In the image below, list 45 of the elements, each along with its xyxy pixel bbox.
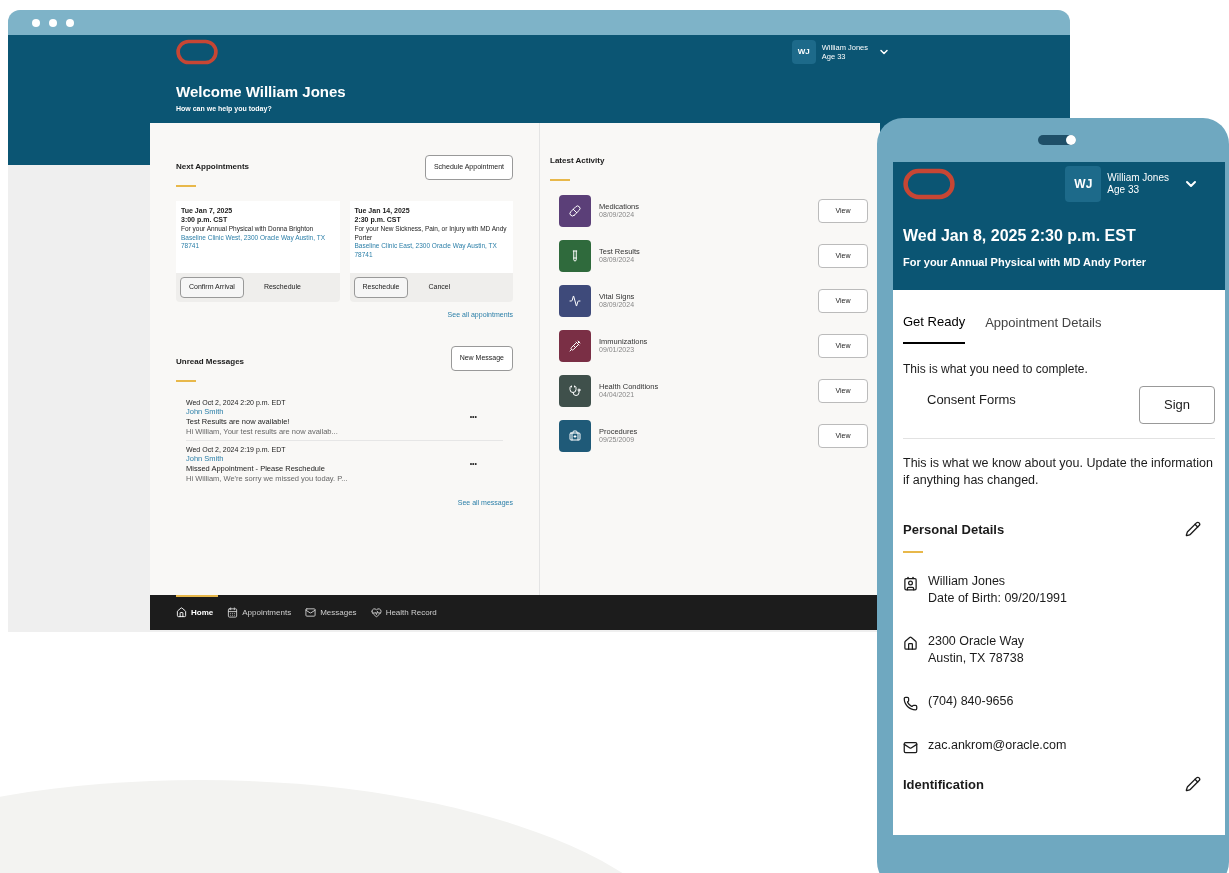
section-title: Personal Details: [903, 520, 1005, 539]
task-label: Consent Forms: [927, 390, 1016, 409]
syringe-icon: [569, 340, 581, 352]
avatar: WJ: [791, 40, 816, 64]
pulse-icon: [569, 295, 581, 307]
stethoscope-icon: [569, 385, 581, 397]
phone-icon: [903, 695, 918, 711]
appointment-title: Wed Jan 8, 2025 2:30 p.m. EST: [903, 226, 1137, 246]
section-title: Unread Messages: [176, 356, 245, 368]
nav-item[interactable]: Health Record: [370, 595, 437, 630]
calendar-icon: [227, 607, 239, 618]
home-icon: [903, 635, 918, 651]
mail-icon: [903, 739, 918, 755]
nav-item[interactable]: Appointments: [227, 595, 292, 630]
intro-text: This is what you need to complete.: [902, 360, 1089, 378]
sign-button[interactable]: Sign: [1139, 385, 1215, 424]
medical-kit-icon: [569, 430, 581, 442]
heart-icon: [370, 607, 382, 618]
home-icon: [176, 607, 187, 618]
contact-icon: [903, 576, 918, 591]
page-title: Welcome William Jones: [176, 82, 347, 102]
phone-speaker: [1038, 135, 1076, 145]
logo-icon: [176, 39, 218, 65]
tab[interactable]: Appointment Details: [985, 312, 1102, 344]
section-title: Next Appointments: [176, 161, 250, 173]
detail-text: Austin, TX 78738: [928, 649, 1025, 667]
edit-icon[interactable]: [1185, 776, 1201, 793]
user-name: William Jones: [1107, 171, 1169, 184]
detail-text: 2300 Oracle Way: [928, 632, 1025, 650]
edit-icon[interactable]: [1185, 521, 1201, 538]
section-title: Latest Activity: [550, 155, 606, 167]
mail-icon: [305, 607, 317, 618]
detail-text: Date of Birth: 09/20/1991: [928, 589, 1067, 607]
appointment-subtitle: For your Annual Physical with MD Andy Porter: [903, 255, 1148, 270]
detail-text: zac.ankrom@oracle.com: [928, 736, 1067, 754]
nav-item[interactable]: Messages: [305, 595, 357, 630]
info-text: This is what we know about you. Update the information if anything has changed.: [902, 454, 1214, 489]
tab[interactable]: Get Ready: [903, 312, 966, 344]
pill-icon: [569, 205, 581, 217]
detail-text: (704) 840-9656: [928, 692, 1014, 710]
detail-text: William Jones: [928, 573, 1007, 590]
section-title: Identification: [903, 775, 984, 794]
avatar: WJ: [1065, 166, 1102, 202]
user-age: Age 33: [1107, 184, 1140, 197]
logo-icon: [903, 168, 955, 200]
